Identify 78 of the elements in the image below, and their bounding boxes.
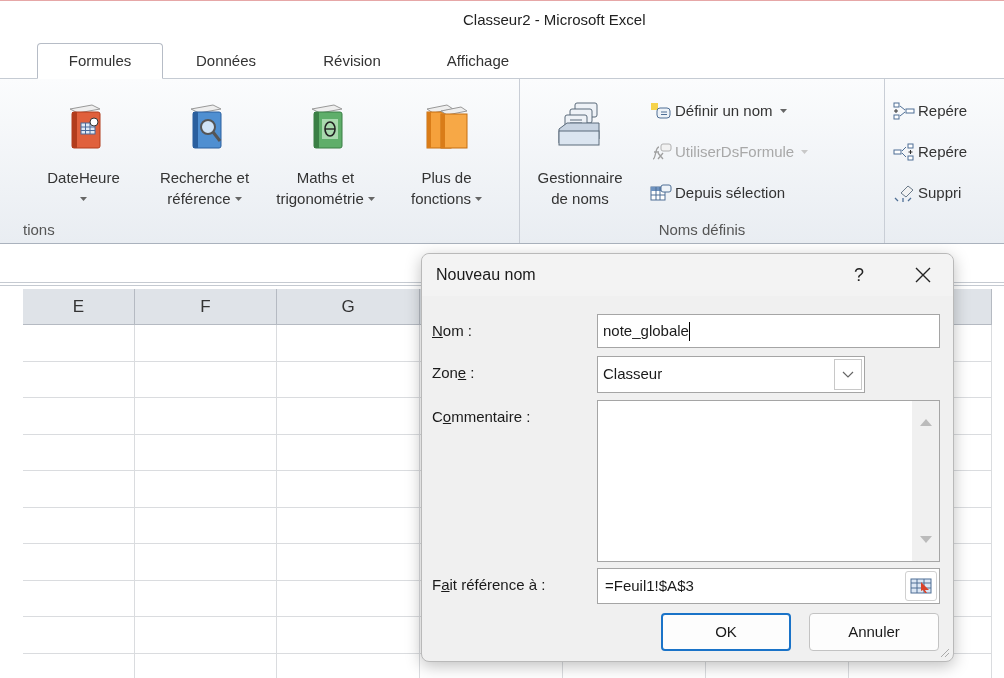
field-label: Commentaire :	[432, 407, 532, 427]
table-cell[interactable]	[277, 617, 420, 654]
chevron-down-icon	[842, 371, 854, 378]
field-label: Zone :	[432, 363, 476, 383]
table-cell[interactable]	[23, 325, 135, 362]
caret-icon	[779, 109, 787, 113]
close-icon	[915, 267, 931, 283]
table-cell[interactable]	[135, 398, 277, 435]
table-cell[interactable]	[23, 617, 135, 654]
table-cell[interactable]	[277, 507, 420, 544]
ribbon-tab[interactable]: Données	[163, 43, 289, 79]
window-title: Classeur2 - Microsoft Excel	[463, 9, 646, 30]
table-cell[interactable]	[23, 544, 135, 581]
table-cell[interactable]	[135, 507, 277, 544]
ribbon-command[interactable]: Depuis sélection	[650, 179, 809, 207]
caret-icon	[475, 196, 482, 201]
table-cell[interactable]	[135, 361, 277, 398]
collapse-dialog-button[interactable]	[905, 571, 937, 601]
ribbon-tab[interactable]: Affichage	[415, 43, 541, 79]
ribbon-button[interactable]: Maths et trigonométrie	[265, 87, 386, 209]
comment-box[interactable]	[597, 400, 940, 562]
ribbon-tab[interactable]: Formules	[37, 43, 163, 79]
ok-button[interactable]: OK	[661, 613, 791, 651]
table-cell[interactable]	[135, 544, 277, 581]
tag-define-icon	[650, 102, 672, 120]
table-cell[interactable]	[135, 325, 277, 362]
help-button[interactable]: ?	[839, 257, 879, 293]
resize-grip-icon	[940, 648, 950, 658]
ribbon-command[interactable]: Repére	[893, 97, 968, 125]
fx-icon	[650, 143, 672, 161]
ribbon-command[interactable]: Définir un nom	[650, 97, 809, 125]
table-tag-icon	[650, 184, 672, 202]
ribbon-button[interactable]: DateHeure	[23, 87, 144, 209]
trace-precedents-icon	[893, 102, 915, 120]
caret-icon	[367, 196, 375, 201]
scroll-up-icon	[919, 419, 932, 426]
column-header: F	[135, 289, 277, 325]
column-header: G	[277, 289, 420, 325]
caret-icon	[234, 196, 242, 201]
range-select-icon	[910, 578, 932, 594]
table-cell[interactable]	[23, 434, 135, 471]
table-cell[interactable]	[277, 434, 420, 471]
table-cell[interactable]	[23, 398, 135, 435]
table-cell[interactable]	[277, 471, 420, 508]
table-cell[interactable]	[277, 544, 420, 581]
name-field[interactable]: note_globale	[597, 314, 940, 348]
group-label: Noms définis	[658, 221, 746, 238]
dialog-title: Nouveau nom	[436, 265, 536, 285]
table-cell[interactable]	[23, 580, 135, 617]
eraser-icon	[893, 184, 915, 202]
ribbon-tab[interactable]: Révision	[289, 43, 415, 79]
scroll-down-icon	[919, 536, 932, 543]
trace-dependents-icon	[893, 143, 915, 161]
table-cell[interactable]	[277, 361, 420, 398]
ribbon-button[interactable]: Plus de fonctions	[386, 87, 507, 209]
group-label: tions	[23, 221, 55, 238]
table-cell[interactable]	[277, 580, 420, 617]
ribbon-command[interactable]: Suppri	[893, 179, 968, 207]
table-cell[interactable]	[135, 434, 277, 471]
table-cell[interactable]	[277, 398, 420, 435]
field-label: Nom :	[432, 321, 474, 341]
cancel-button[interactable]: Annuler	[809, 613, 939, 651]
scope-dropdown[interactable]: Classeur	[597, 356, 865, 393]
field-label: Fait référence à :	[432, 575, 547, 595]
table-cell[interactable]	[23, 471, 135, 508]
reference-field[interactable]: =Feuil1!$A$3	[597, 568, 940, 604]
column-header: E	[23, 289, 135, 325]
ribbon-button[interactable]: Gestionnaire de noms	[520, 87, 640, 209]
table-cell[interactable]	[135, 617, 277, 654]
caret-icon	[80, 196, 87, 201]
table-cell[interactable]	[23, 507, 135, 544]
caret-icon	[801, 150, 809, 154]
ribbon-button[interactable]: Recherche et référence	[144, 87, 265, 209]
table-cell[interactable]	[277, 325, 420, 362]
table-cell[interactable]	[135, 580, 277, 617]
table-cell[interactable]	[135, 471, 277, 508]
table-cell[interactable]	[23, 361, 135, 398]
ribbon-command[interactable]: Repére	[893, 138, 968, 166]
